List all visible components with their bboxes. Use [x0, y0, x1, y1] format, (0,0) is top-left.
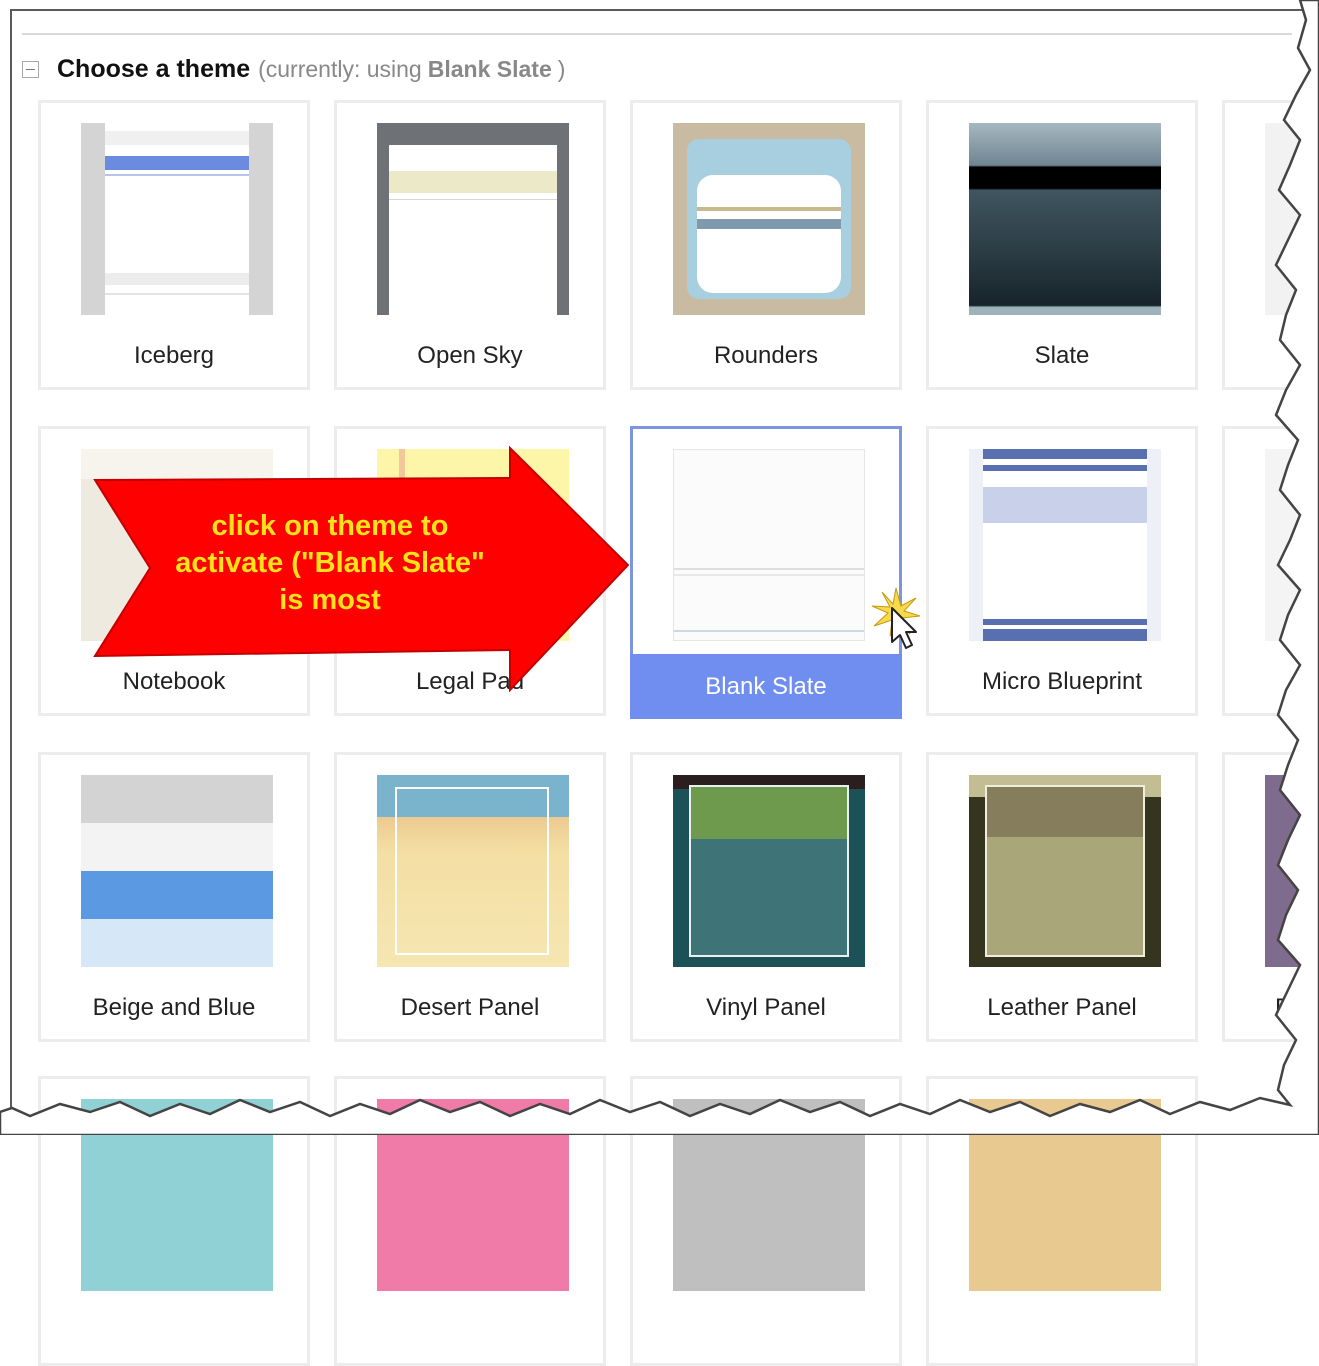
torn-edge-decoration — [0, 0, 1319, 1135]
